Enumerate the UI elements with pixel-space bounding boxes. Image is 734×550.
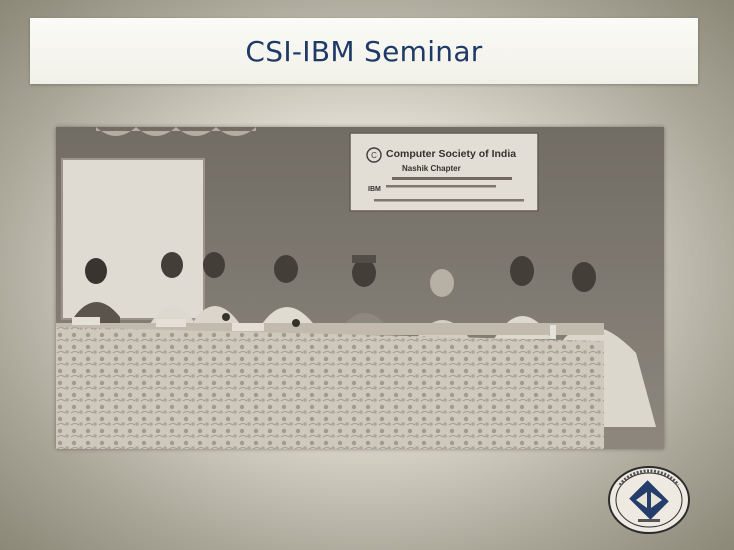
slide-title-bar: CSI-IBM Seminar <box>30 18 698 84</box>
seminar-photo: C Computer Society of India Nashik Chapt… <box>56 127 664 449</box>
csi-logo <box>606 465 692 535</box>
csi-emblem-icon <box>608 466 690 534</box>
slide-title: CSI-IBM Seminar <box>245 34 483 68</box>
